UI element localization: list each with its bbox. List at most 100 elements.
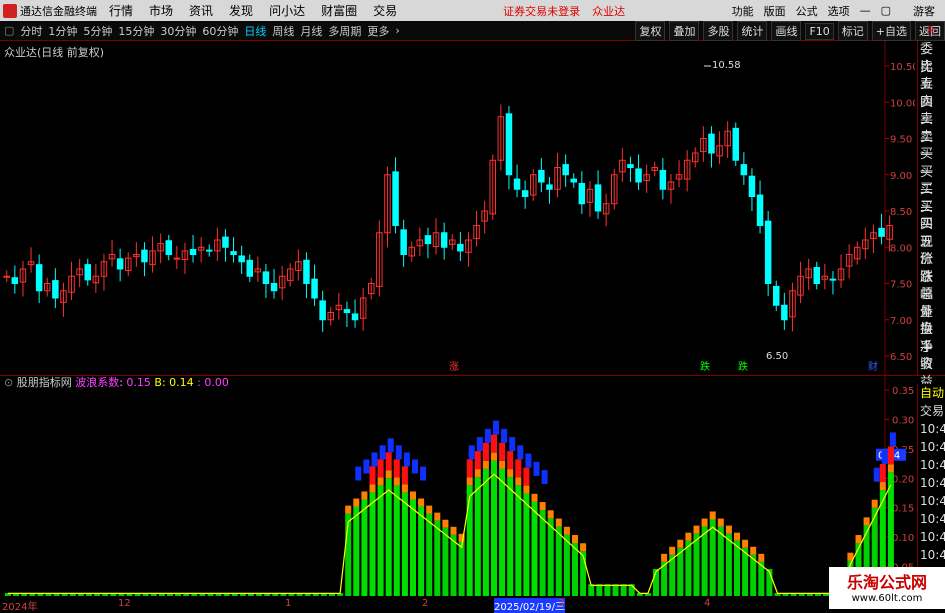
wave-bar-cap	[466, 477, 473, 486]
candle-body	[262, 271, 270, 284]
menu-zixun[interactable]: 资讯	[189, 2, 213, 19]
wave-bar-cap	[709, 511, 716, 520]
wave-bar-red	[887, 446, 894, 465]
trade-item[interactable]: 10:44	[918, 546, 945, 564]
wave-bar	[450, 534, 457, 596]
period-60min[interactable]: 60分钟	[202, 23, 238, 39]
wave-bar-blue	[533, 461, 540, 476]
wave-bar-cap	[410, 491, 416, 500]
quote-item[interactable]: 涨幅	[918, 269, 945, 303]
period-5min[interactable]: 5分钟	[83, 23, 112, 39]
wave-bar-cap	[474, 469, 481, 478]
watermark-url: www.60lt.com	[851, 593, 923, 604]
btn-fuquan[interactable]: 复权	[635, 21, 666, 41]
wave-bar-cap	[450, 526, 457, 535]
wave-bar	[499, 468, 506, 596]
wave-bar	[547, 518, 554, 596]
quote-item[interactable]: 买四	[918, 199, 945, 233]
wave-bar-blue	[379, 445, 386, 460]
quote-item[interactable]: 收益	[918, 356, 945, 390]
quote-item[interactable]: 卖三	[918, 94, 945, 128]
candle-body	[222, 236, 229, 248]
quote-item[interactable]: 买一	[918, 146, 945, 180]
quote-item[interactable]: 买二	[918, 164, 945, 198]
period-multi[interactable]: 多周期	[328, 23, 361, 39]
app-logo-icon	[3, 3, 17, 18]
minimize-icon[interactable]: —	[860, 4, 871, 17]
period-month[interactable]: 月线	[300, 23, 322, 39]
period-15min[interactable]: 15分钟	[118, 23, 154, 39]
quote-item[interactable]: 现价	[918, 234, 945, 268]
period-more[interactable]: 更多	[367, 23, 389, 39]
r-label[interactable]: R	[917, 21, 945, 41]
quote-item[interactable]: 买三	[918, 181, 945, 215]
menu-gongshi[interactable]: 公式	[796, 3, 818, 19]
btn-tongji[interactable]: 统计	[737, 21, 768, 41]
trade-item[interactable]: 10:44	[918, 510, 945, 528]
quote-item[interactable]: 总量	[918, 286, 945, 320]
quote-item[interactable]: 涨跌	[918, 251, 945, 285]
indicator-chart[interactable]: 0.350.300.250.200.150.100.050.24	[0, 376, 915, 598]
menu-banmian[interactable]: 版面	[764, 3, 786, 19]
btn-zixuan[interactable]: +自选	[871, 21, 911, 41]
trade-item[interactable]: 10:43	[918, 438, 945, 456]
menu-jiaoyi[interactable]: 交易	[373, 2, 397, 19]
period-fenshi[interactable]: 分时	[20, 23, 42, 39]
restore-icon[interactable]: ▢	[881, 4, 891, 17]
watermark-title: 乐淘公式网	[846, 573, 927, 592]
trade-item[interactable]: 10:44	[918, 492, 945, 510]
btn-huaxian[interactable]: 画线	[771, 21, 802, 41]
candle-body	[173, 257, 181, 260]
quote-item[interactable]: 净资	[918, 339, 945, 373]
quote-item[interactable]: 卖四	[918, 76, 945, 110]
quote-item[interactable]: 卖五	[918, 59, 945, 93]
trade-item[interactable]: 10:44	[918, 528, 945, 546]
menu-hangqing[interactable]: 行情	[109, 2, 133, 19]
quote-item[interactable]: 换手	[918, 321, 945, 355]
panel-toggle-icon[interactable]: ▢	[4, 24, 14, 37]
sub-axis-label: 0.20	[892, 474, 914, 485]
menu-shichang[interactable]: 市场	[149, 2, 173, 19]
candle-body	[505, 113, 513, 176]
quote-item[interactable]: 委比	[918, 41, 945, 75]
trade-item[interactable]: 10:43	[918, 456, 945, 474]
guest-label[interactable]: 游客	[913, 3, 935, 19]
wave-bar-cap	[491, 452, 497, 461]
quote-item[interactable]: 卖一	[918, 129, 945, 163]
quote-item[interactable]: 卖二	[918, 111, 945, 145]
period-1min[interactable]: 1分钟	[48, 23, 77, 39]
brand-link[interactable]: 众业达	[592, 3, 625, 19]
wave-bar-blue	[493, 420, 499, 435]
period-day[interactable]: 日线	[244, 23, 266, 39]
menu-gongneng[interactable]: 功能	[732, 3, 754, 19]
chevron-right-icon[interactable]: ›	[395, 24, 399, 37]
candle-body	[578, 182, 586, 205]
trade-item[interactable]: 交易	[918, 402, 945, 420]
menu-wenxiaoda[interactable]: 问小达	[269, 2, 305, 19]
period-week[interactable]: 周线	[272, 23, 294, 39]
btn-duogu[interactable]: 多股	[703, 21, 734, 41]
trade-item[interactable]: 10:43	[918, 420, 945, 438]
kline-chart[interactable]: 10.50 10.00 9.50 9.00 8.50 8.00 7.50 7.00 6.50 10…	[0, 41, 915, 375]
sub-legend-icon[interactable]: ⊙	[4, 376, 13, 389]
period-30min[interactable]: 30分钟	[160, 23, 196, 39]
candle-body	[627, 164, 634, 168]
trade-item[interactable]: 自动	[918, 384, 945, 402]
menu-caifuquan[interactable]: 财富圈	[321, 2, 357, 19]
btn-biaoji[interactable]: 标记	[837, 21, 868, 41]
menu-xuanxiang[interactable]: 选项	[828, 3, 850, 19]
quote-item[interactable]: 外盘	[918, 304, 945, 338]
candle-body	[3, 275, 10, 278]
wave-bar-blue	[476, 437, 483, 452]
event-marker: 跌	[738, 360, 748, 373]
login-notice[interactable]: 证券交易未登录	[503, 3, 580, 19]
sub-axis-label: 0.30	[892, 415, 914, 426]
btn-diejia[interactable]: 叠加	[669, 21, 700, 41]
trade-item[interactable]: 10:44	[918, 474, 945, 492]
quote-item[interactable]: 买五	[918, 216, 945, 250]
btn-f10[interactable]: F10	[805, 22, 834, 40]
main-axis-label: 8.00	[890, 243, 912, 254]
wave-bar-cap	[353, 498, 360, 507]
candle-body	[635, 168, 642, 183]
menu-faxian[interactable]: 发现	[229, 2, 253, 19]
